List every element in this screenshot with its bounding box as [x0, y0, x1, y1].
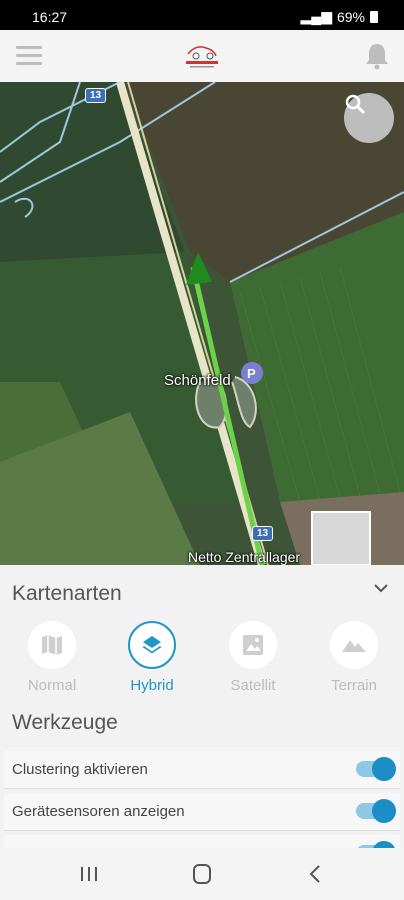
image-icon	[229, 621, 277, 669]
logo	[186, 46, 218, 68]
system-nav-bar	[0, 848, 404, 900]
maptype-hybrid[interactable]: Hybrid	[112, 621, 192, 694]
tool-row-partial	[4, 835, 400, 848]
tool-row-clustering: Clustering aktivieren	[4, 751, 400, 789]
satellite-imagery: P	[0, 82, 404, 565]
tool-row-sensors: Gerätesensoren anzeigen	[4, 793, 400, 831]
status-time: 16:27	[32, 9, 68, 25]
map-types-title: Kartenarten	[12, 582, 122, 605]
road-shield-top: 13	[85, 88, 107, 103]
search-icon	[345, 94, 366, 115]
map-icon	[28, 621, 76, 669]
signal-icon: ▂▄▆	[300, 8, 332, 24]
battery-icon	[370, 10, 378, 23]
tool-label: Gerätesensoren anzeigen	[12, 803, 185, 820]
bell-icon[interactable]	[364, 42, 390, 70]
chevron-down-icon[interactable]	[374, 583, 388, 593]
tool-label: Clustering aktivieren	[12, 761, 148, 778]
recent-apps-icon[interactable]	[76, 862, 102, 886]
svg-text:P: P	[247, 366, 256, 381]
maptype-label: Hybrid	[130, 677, 174, 694]
layers-icon	[128, 621, 176, 669]
back-icon[interactable]	[302, 862, 328, 886]
road-shield-bottom: 13	[252, 526, 274, 541]
clustering-toggle[interactable]	[356, 757, 396, 781]
status-right: ▂▄▆ 69%	[301, 8, 378, 25]
maptype-satellit[interactable]: Satellit	[213, 621, 293, 694]
tools-title: Werkzeuge	[12, 711, 118, 734]
maptype-label: Terrain	[331, 677, 377, 694]
maptype-terrain[interactable]: Terrain	[314, 621, 394, 694]
poi-label[interactable]: Netto Zentrallager	[188, 549, 300, 565]
menu-icon[interactable]	[16, 46, 42, 66]
map-search-button[interactable]	[344, 93, 394, 143]
maptype-normal[interactable]: Normal	[12, 621, 92, 694]
maptype-label: Satellit	[230, 677, 276, 694]
place-label: Schönfeld	[164, 372, 231, 389]
terrain-icon	[330, 621, 378, 669]
app-bar	[0, 30, 404, 82]
home-icon[interactable]	[189, 862, 215, 886]
status-bar: 16:27 ▂▄▆ 69%	[0, 0, 404, 30]
sensors-toggle[interactable]	[356, 799, 396, 823]
battery-percent: 69%	[336, 8, 365, 25]
map-settings-panel: Kartenarten Normal Hybrid Satellit Terra…	[0, 565, 404, 848]
map-view[interactable]: P 13 13 Schönfeld Netto Zentrallager	[0, 82, 404, 565]
maptype-label: Normal	[27, 677, 77, 694]
